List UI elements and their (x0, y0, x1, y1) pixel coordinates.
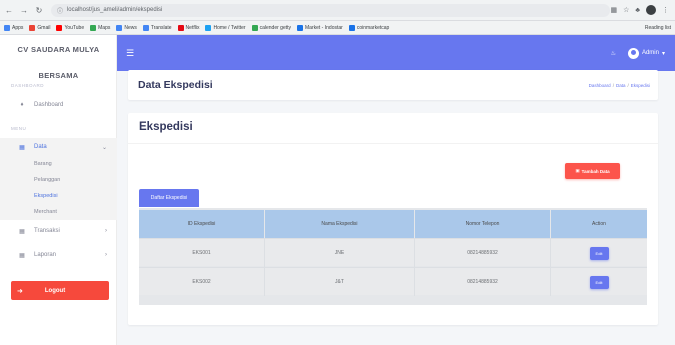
bookmark-news[interactable]: News (116, 24, 137, 31)
back-icon[interactable]: ← (3, 4, 15, 16)
menu-kebab-icon[interactable]: ⋮ (662, 6, 669, 14)
add-data-button[interactable]: ▣ Tambah Data (565, 163, 620, 179)
sidebar-item-dashboard[interactable]: ♦ Dashboard (0, 96, 117, 114)
cell-phone: 08214885932 (415, 268, 551, 296)
bookmark-coinmarketcap[interactable]: coinmarketcap (348, 24, 389, 31)
hamburger-menu-icon[interactable]: ☰ (126, 48, 134, 59)
sidebar-item-transaksi[interactable]: ▦ Transaksi › (0, 222, 117, 240)
sidebar-item-data[interactable]: ▦ Data ⌄ (0, 138, 117, 156)
netflix-icon (177, 24, 184, 31)
ekspedisi-card: Ekspedisi ▣ Tambah Data Daftar Ekspedisi… (128, 113, 658, 325)
tab-daftar-ekspedisi[interactable]: Daftar Ekspedisi (139, 189, 199, 207)
chevron-down-icon: ⌄ (101, 144, 107, 151)
column-header: Nomor Telepon (415, 210, 551, 238)
reading-list-button[interactable]: Reading list (643, 25, 675, 31)
edit-button[interactable]: Edit (589, 246, 609, 260)
sidebar-subitem-pelanggan[interactable]: Pelanggan (0, 172, 117, 188)
bookmark-netflix[interactable]: Netflix (177, 24, 199, 31)
topbar-actions: ♨ Admin ▾ (611, 47, 675, 59)
sidebar-heading-dashboard: DASHBOARD (11, 83, 45, 88)
brand-name-line1: CV SAUDARA MULYA (17, 45, 100, 54)
ekspedisi-table: ID Ekspedisi Nama Ekspedisi Nomor Telepo… (139, 208, 647, 305)
bookmark-market[interactable]: Market - Indostar (297, 24, 343, 31)
grid-icon[interactable]: ▦ (611, 6, 618, 14)
brand-name-line2: BERSAMA (38, 71, 79, 80)
edit-button[interactable]: Edit (589, 275, 609, 289)
sidebar-subitem-merchant[interactable]: Merchant (0, 204, 117, 220)
column-header: ID Ekspedisi (139, 210, 265, 238)
breadcrumb-separator: / (627, 82, 629, 88)
column-header: Nama Ekspedisi (265, 210, 415, 238)
breadcrumb-ekspedisi: Ekspedisi (630, 82, 650, 88)
logout-icon: ➜ (17, 287, 23, 295)
page-title: Data Ekspedisi (138, 79, 213, 91)
folder-plus-icon: ▣ (575, 168, 580, 173)
profile-avatar[interactable] (646, 5, 656, 15)
bell-icon[interactable]: ♨ (611, 50, 616, 57)
chevron-right-icon: › (105, 228, 107, 234)
divider (128, 143, 658, 144)
chevron-right-icon: › (105, 252, 107, 258)
table-row: EKS002 J&T 08214885932 Edit (139, 267, 647, 296)
info-icon[interactable]: ⓘ (57, 6, 63, 15)
translate-icon (142, 24, 149, 31)
sidebar-item-laporan[interactable]: ▦ Laporan › (0, 246, 117, 264)
table-icon: ▦ (19, 228, 25, 235)
coinmarketcap-icon (348, 24, 355, 31)
maps-icon (90, 24, 97, 31)
youtube-icon (56, 24, 63, 31)
browser-actions: ▦ ☆ ♣ ⋮ (611, 5, 675, 15)
table-header: ID Ekspedisi Nama Ekspedisi Nomor Telepo… (139, 210, 647, 238)
user-name: Admin (641, 50, 659, 56)
sidebar-subitem-ekspedisi[interactable]: Ekspedisi (0, 188, 117, 204)
page-header: Data Ekspedisi Dashboard / Data / Eksped… (128, 70, 658, 100)
star-icon[interactable]: ☆ (623, 6, 629, 14)
cell-action: Edit (551, 268, 647, 296)
logout-button[interactable]: ➜ Logout (11, 281, 109, 300)
bookmark-apps[interactable]: Apps (4, 24, 23, 31)
reload-icon[interactable]: ↻ (33, 4, 45, 16)
bookmark-twitter[interactable]: Home / Twitter (205, 24, 246, 31)
news-icon (116, 24, 123, 31)
column-header: Action (592, 221, 606, 227)
table-icon: ▦ (19, 252, 25, 259)
topbar: ☰ ♨ Admin ▾ (117, 35, 675, 71)
sidebar-heading-menu: MENU (11, 126, 27, 131)
bookmark-gmail[interactable]: Gmail (29, 24, 50, 31)
market-icon (297, 24, 304, 31)
twitter-icon (205, 24, 212, 31)
caret-down-icon: ▾ (661, 50, 665, 57)
calendar-icon (251, 24, 258, 31)
cell-phone: 08214885932 (415, 239, 551, 267)
user-avatar-icon (627, 47, 639, 59)
gmail-icon (29, 24, 36, 31)
extensions-icon[interactable]: ♣ (635, 7, 640, 14)
table-row: EKS001 JNE 08214885932 Edit (139, 238, 647, 267)
apps-icon (4, 24, 10, 31)
cell-name: JNE (265, 239, 415, 267)
bookmark-maps[interactable]: Maps (90, 24, 110, 31)
forward-icon[interactable]: → (18, 4, 30, 16)
user-menu[interactable]: Admin ▾ (627, 47, 665, 59)
url-text: localhost/jus_ameli/admin/ekspedisi (66, 7, 163, 13)
cell-action: Edit (551, 239, 647, 267)
cell-id: EKS002 (139, 268, 265, 296)
bookmarks-bar: Apps Gmail YouTube Maps News Translate N… (0, 21, 675, 35)
bookmark-calendar[interactable]: calender getty (251, 24, 291, 31)
address-bar[interactable]: ⓘ localhost/jus_ameli/admin/ekspedisi (50, 3, 611, 17)
bookmark-translate[interactable]: Translate (142, 24, 172, 31)
breadcrumb-dashboard[interactable]: Dashboard (589, 83, 611, 88)
sidebar-subitem-barang[interactable]: Barang (0, 156, 117, 172)
bookmark-youtube[interactable]: YouTube (56, 24, 84, 31)
cell-name: J&T (265, 268, 415, 296)
card-title: Ekspedisi (139, 121, 193, 133)
sidebar: CV SAUDARA MULYA BERSAMA DASHBOARD ♦ Das… (0, 35, 117, 345)
breadcrumb-separator: / (612, 82, 614, 88)
cell-id: EKS001 (139, 239, 265, 267)
breadcrumb-data[interactable]: Data (616, 83, 626, 88)
breadcrumb: Dashboard / Data / Ekspedisi (589, 83, 658, 88)
table-icon: ▦ (19, 144, 25, 151)
dashboard-icon: ♦ (20, 102, 24, 108)
browser-toolbar: ← → ↻ ⓘ localhost/jus_ameli/admin/eksped… (0, 0, 675, 21)
